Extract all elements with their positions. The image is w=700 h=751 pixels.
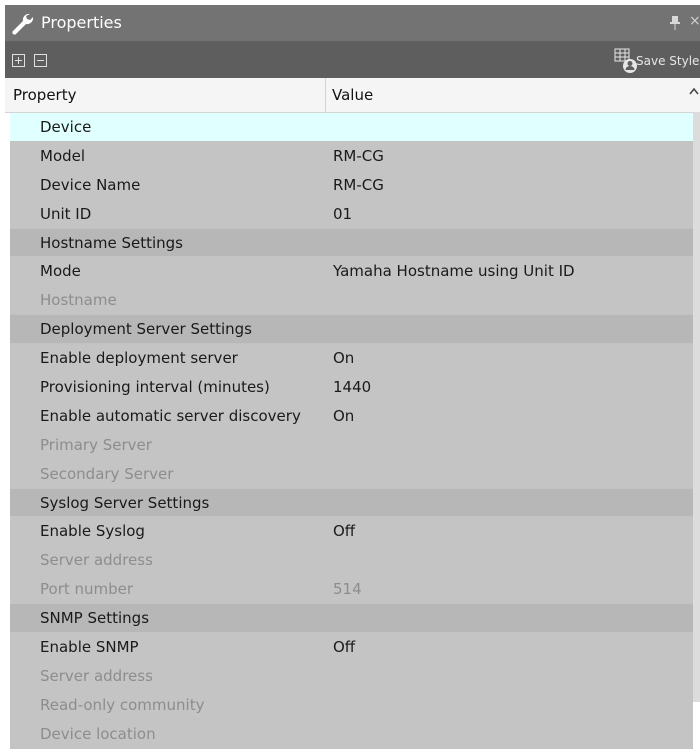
properties-panel: Properties × Save Style Property Value D… [5,5,700,751]
property-row[interactable]: Device location [10,719,693,749]
column-divider[interactable] [325,78,326,112]
property-row[interactable]: Secondary Server [10,459,693,489]
category-row[interactable]: Device [10,113,693,142]
property-row[interactable]: Mode Yamaha Hostname using Unit ID [10,257,693,287]
pin-icon[interactable] [669,16,681,30]
property-value [326,546,693,575]
vertical-scrollbar[interactable] [693,112,700,702]
property-name: Hostname [40,291,117,310]
scroll-up-arrow-icon[interactable] [688,86,700,98]
category-label: Hostname Settings [40,233,183,252]
property-column-header[interactable]: Property [13,86,76,104]
property-row[interactable]: Model RM-CG [10,141,693,171]
category-label: Device [40,118,92,136]
property-grid: Device Model RM-CG Device Name RM-CG Unit ID 0… [10,113,693,751]
property-name: Provisioning interval (minutes) [40,378,270,397]
property-name: Device Name [40,175,141,194]
property-value [326,690,693,719]
property-value[interactable]: Yamaha Hostname using Unit ID [326,257,693,286]
property-name: Server address [40,551,153,570]
property-row[interactable]: Enable SNMP Off [10,633,693,662]
property-name: Model [40,146,86,165]
panel-title-bar: Properties × [5,5,700,42]
property-name: Secondary Server [40,464,174,483]
property-row[interactable]: Hostname [10,286,693,316]
property-value: 514 [326,575,693,604]
property-name: Enable Syslog [40,522,145,541]
property-row[interactable]: Read-only community [10,690,693,720]
panel-title: Properties [41,13,122,32]
property-row[interactable]: Server address [10,546,693,576]
property-row[interactable]: Unit ID 01 [10,199,693,229]
property-value[interactable]: Off [326,633,693,661]
category-label: SNMP Settings [40,609,150,628]
property-name: Enable SNMP [40,638,139,657]
collapse-all-icon[interactable] [34,54,47,67]
property-name: Enable automatic server discovery [40,406,301,425]
property-value[interactable]: Off [326,517,693,546]
property-value [326,459,693,488]
property-value[interactable]: On [326,401,693,430]
property-value[interactable]: 1440 [326,373,693,401]
property-row[interactable]: Enable deployment server On [10,344,693,374]
category-label: Syslog Server Settings [40,493,210,512]
property-value[interactable]: RM-CG [326,170,693,199]
category-row[interactable]: Deployment Server Settings [10,315,693,345]
property-name: Mode [40,262,81,281]
category-row[interactable]: SNMP Settings [10,604,693,634]
property-name: Device location [40,724,156,743]
property-value [326,661,693,690]
wrench-icon [12,13,34,35]
property-name: Read-only community [40,695,205,714]
category-label: Deployment Server Settings [40,320,252,339]
property-row[interactable]: Port number 514 [10,575,693,605]
property-row[interactable]: Device Name RM-CG [10,170,693,200]
property-name: Server address [40,666,153,685]
property-row[interactable]: Enable automatic server discovery On [10,401,693,431]
property-row[interactable]: Server address [10,661,693,691]
property-value [326,430,693,459]
property-value[interactable]: 01 [326,199,693,228]
category-row[interactable]: Hostname Settings [10,228,693,258]
property-name: Unit ID [40,204,92,223]
property-row[interactable]: Primary Server [10,430,693,460]
property-row[interactable]: Enable Syslog Off [10,517,693,547]
save-style-button[interactable]: Save Style [636,54,699,68]
property-value[interactable]: RM-CG [326,141,693,170]
property-row[interactable]: Provisioning interval (minutes) 1440 [10,373,693,402]
property-value [326,719,693,748]
panel-toolbar: Save Style [5,42,700,78]
value-column-header[interactable]: Value [332,86,373,104]
column-header: Property Value [5,78,700,113]
property-name: Port number [40,580,134,599]
property-name: Primary Server [40,435,152,454]
category-row[interactable]: Syslog Server Settings [10,488,693,518]
close-icon[interactable]: × [689,13,700,29]
property-value [326,286,693,315]
property-name: Enable deployment server [40,349,238,368]
expand-all-icon[interactable] [12,54,25,67]
property-value[interactable]: On [326,344,693,373]
